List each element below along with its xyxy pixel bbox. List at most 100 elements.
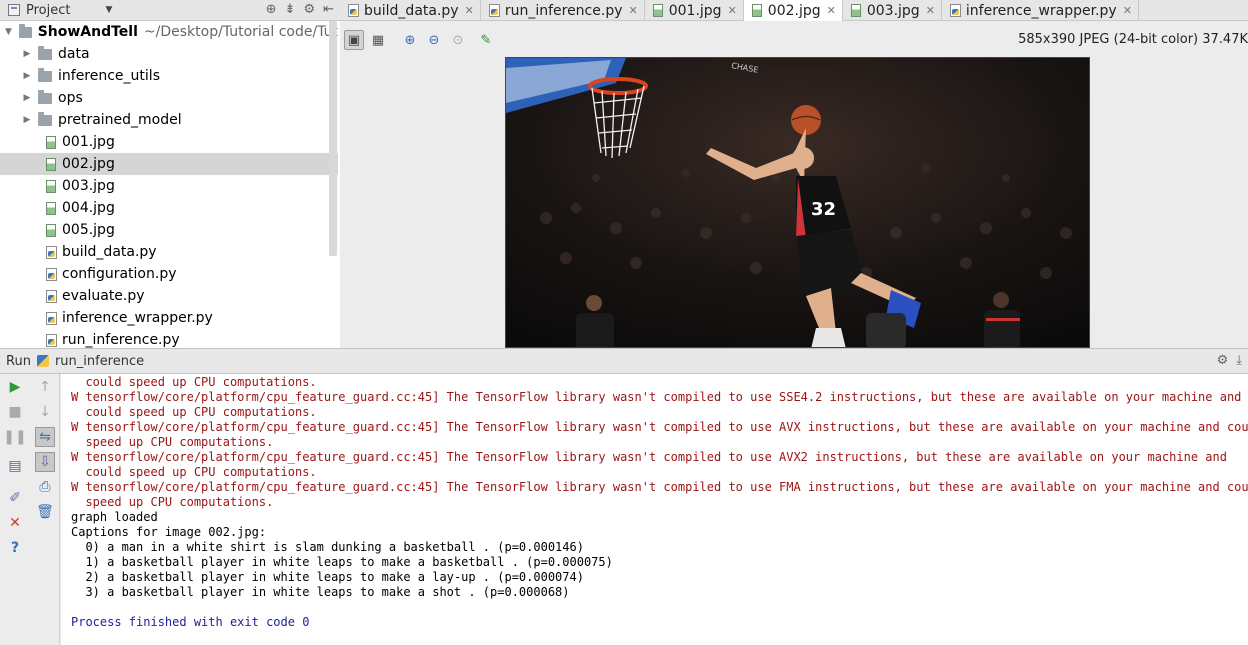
tree-item[interactable]: inference_wrapper.py (0, 307, 338, 329)
scroll-to-end-icon[interactable]: ⇩ (35, 452, 55, 472)
tree-item[interactable]: 001.jpg (0, 131, 338, 153)
editor-tab[interactable]: 003.jpg ✕ (843, 0, 942, 21)
chevron-right-icon[interactable]: ▶ (22, 93, 32, 103)
zoom-in-icon[interactable]: ⊕ (400, 30, 420, 50)
collapse-icon[interactable]: ⇟ (285, 2, 296, 17)
arrow-up-icon[interactable]: ↑ (35, 377, 55, 397)
editor-tab[interactable]: run_inference.py ✕ (481, 0, 645, 21)
python-icon (36, 355, 49, 367)
tree-item[interactable]: 002.jpg (0, 153, 338, 175)
close-tab-icon[interactable]: ✕ (1123, 4, 1132, 17)
folder-icon (38, 111, 52, 126)
color-picker-icon[interactable]: ✎ (476, 30, 496, 50)
tree-item[interactable]: ▶ inference_utils (0, 65, 338, 87)
chevron-right-icon[interactable]: ▶ (22, 49, 32, 59)
folder-icon (38, 67, 52, 82)
console-line: speed up CPU computations. (71, 495, 274, 509)
chevron-down-icon[interactable]: ▼ (4, 27, 13, 37)
gear-icon[interactable]: ⚙ (303, 2, 315, 17)
close-tab-icon[interactable]: ✕ (465, 4, 474, 17)
console-line: could speed up CPU computations. (71, 465, 317, 479)
tab-label: 003.jpg (866, 2, 920, 19)
project-icon (8, 4, 20, 16)
console-line: graph loaded (71, 510, 158, 524)
trash-icon[interactable]: 🗑 (35, 502, 55, 522)
close-tab-icon[interactable]: ✕ (827, 4, 836, 17)
console-line: Process finished with exit code 0 (71, 615, 310, 629)
rerun-icon[interactable]: ▶ (5, 377, 25, 397)
image-file-icon (46, 201, 56, 215)
root-folder-name: ShowAndTell (37, 24, 138, 40)
hide-panel-icon[interactable]: ⤓ (1236, 353, 1242, 368)
project-tree[interactable]: ▼ ShowAndTell ~/Desktop/Tutorial code/Tu… (0, 21, 340, 348)
grid-icon[interactable]: ▦ (368, 30, 388, 50)
tree-item-label: 005.jpg (62, 222, 115, 238)
tree-scrollbar[interactable] (329, 21, 337, 256)
pause-icon[interactable]: ❚❚ (3, 427, 26, 447)
editor-tab[interactable]: 002.jpg ✕ (743, 0, 843, 21)
image-toolbar: ▣ ▦ ⊕ ⊖ ⊙ ✎ 585x390 JPEG (24-bit color) … (340, 24, 1248, 54)
tab-label: 002.jpg (767, 2, 821, 19)
help-icon[interactable]: ? (5, 538, 25, 558)
folder-icon (38, 89, 52, 104)
tree-item[interactable]: ▶ ops (0, 87, 338, 109)
tree-item[interactable]: ▶ data (0, 43, 338, 65)
actual-size-icon[interactable]: ▣ (344, 30, 364, 50)
arrow-down-icon[interactable]: ↓ (35, 402, 55, 422)
console-line: could speed up CPU computations. (71, 375, 317, 389)
tree-item-label: 004.jpg (62, 200, 115, 216)
close-icon[interactable]: ✕ (5, 513, 25, 533)
hide-icon[interactable]: ⇤ (323, 2, 334, 17)
tree-root[interactable]: ▼ ShowAndTell ~/Desktop/Tutorial code/Tu… (0, 21, 338, 43)
tree-item[interactable]: 004.jpg (0, 197, 338, 219)
tree-item[interactable]: configuration.py (0, 263, 338, 285)
python-file-icon (348, 4, 359, 17)
run-config-tab[interactable]: run_inference (55, 354, 144, 369)
tree-item[interactable]: 003.jpg (0, 175, 338, 197)
run-panel-header: Run run_inference ⚙ ⤓ (0, 348, 1248, 374)
tree-item-label: inference_wrapper.py (62, 310, 213, 326)
zoom-fit-icon[interactable]: ⊙ (448, 30, 468, 50)
image-file-icon (850, 4, 861, 17)
editor-tab[interactable]: 001.jpg ✕ (645, 0, 744, 21)
tree-item-label: ops (58, 90, 83, 106)
close-tab-icon[interactable]: ✕ (728, 4, 737, 17)
tree-item[interactable]: build_data.py (0, 241, 338, 263)
target-icon[interactable]: ⊕ (266, 2, 277, 17)
tab-label: build_data.py (364, 2, 459, 19)
run-console[interactable]: could speed up CPU computations. W tensor… (61, 374, 1248, 645)
image-file-icon (751, 4, 762, 17)
layout-icon[interactable]: ▤ (5, 456, 25, 476)
print-icon[interactable]: ⎙ (35, 477, 55, 497)
close-tab-icon[interactable]: ✕ (926, 4, 935, 17)
tree-item[interactable]: evaluate.py (0, 285, 338, 307)
soft-wrap-icon[interactable]: ⇋ (35, 427, 55, 447)
gear-icon[interactable]: ⚙ (1217, 353, 1229, 368)
chevron-right-icon[interactable]: ▶ (22, 71, 32, 81)
console-line: 2) a basketball player in white leaps to… (71, 570, 584, 584)
editor-tab[interactable]: build_data.py ✕ (340, 0, 481, 21)
chevron-down-icon[interactable]: ▼ (105, 5, 112, 15)
close-tab-icon[interactable]: ✕ (629, 4, 638, 17)
tree-item[interactable]: ▶ pretrained_model (0, 109, 338, 131)
console-line: Captions for image 002.jpg: (71, 525, 267, 539)
tree-item[interactable]: 005.jpg (0, 219, 338, 241)
stop-icon[interactable]: ■ (5, 402, 25, 422)
pin-icon[interactable]: ✐ (5, 488, 25, 508)
console-line: W tensorflow/core/platform/cpu_feature_g… (71, 450, 1227, 464)
editor-tab[interactable]: inference_wrapper.py ✕ (942, 0, 1139, 21)
python-file-icon (46, 245, 57, 259)
run-panel-label: Run (6, 353, 31, 369)
chevron-right-icon[interactable]: ▶ (22, 115, 32, 125)
tree-item[interactable]: run_inference.py (0, 329, 338, 348)
project-view-selector[interactable]: Project ▼ (0, 3, 112, 18)
python-file-icon (46, 289, 57, 303)
root-folder-path: ~/Desktop/Tutorial code/Tut (143, 24, 338, 40)
tree-item-label: data (58, 46, 90, 62)
zoom-out-icon[interactable]: ⊖ (424, 30, 444, 50)
image-viewer[interactable]: CHASE 32 (340, 54, 1248, 348)
console-line: W tensorflow/core/platform/cpu_feature_g… (71, 420, 1248, 434)
tree-item-label: 003.jpg (62, 178, 115, 194)
run-toolbar: ▶ ↑ ■ ↓ ❚❚ ⇋ ▤ ⇩ ⎙ ✐ 🗑 ✕ ? (0, 374, 60, 645)
